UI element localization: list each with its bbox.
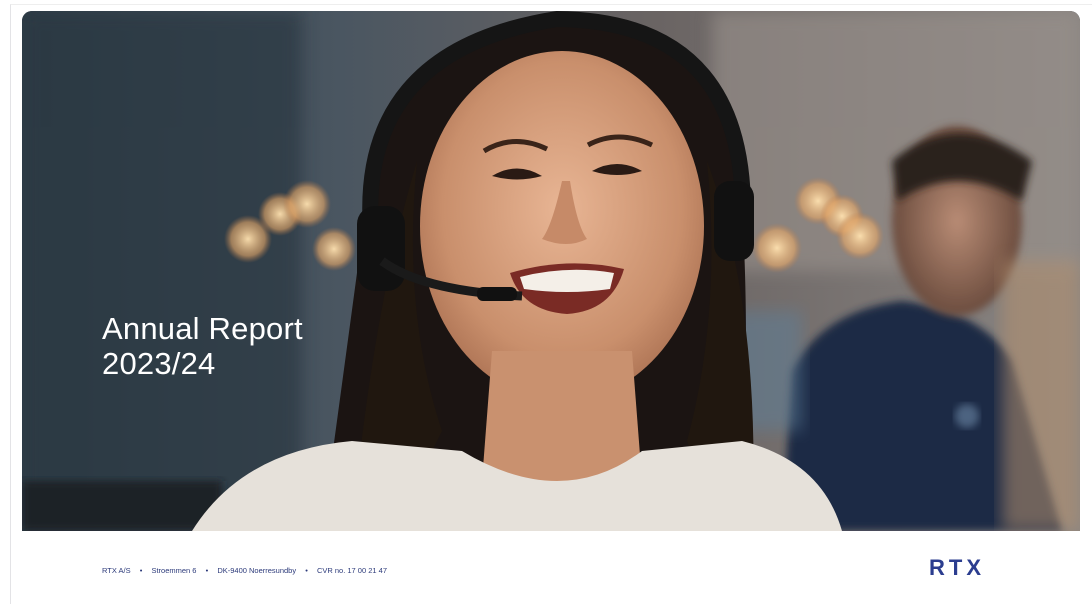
photo-woman-headset-icon: [22, 11, 1080, 531]
report-title-line1: Annual Report: [102, 311, 303, 346]
company-name: RTX A/S: [102, 566, 131, 575]
company-city: DK-9400 Noerresundby: [217, 566, 297, 575]
separator-dot: •: [139, 566, 143, 575]
separator-dot: •: [205, 566, 209, 575]
company-address-line: RTX A/S • Stroemmen 6 • DK-9400 Noerresu…: [102, 566, 387, 575]
rtx-logo: RTX: [929, 556, 1043, 578]
company-cvr: CVR no. 17 00 21 47: [316, 566, 387, 575]
cover-photo: [22, 11, 1080, 531]
report-title-year: 2023/24: [102, 346, 216, 381]
report-title: Annual Report 2023/24: [102, 311, 303, 381]
rtx-logo-text: RTX: [929, 556, 985, 578]
company-street: Stroemmen 6: [151, 566, 197, 575]
rtx-logo-icon: RTX: [929, 556, 985, 578]
separator-dot: •: [305, 566, 308, 575]
